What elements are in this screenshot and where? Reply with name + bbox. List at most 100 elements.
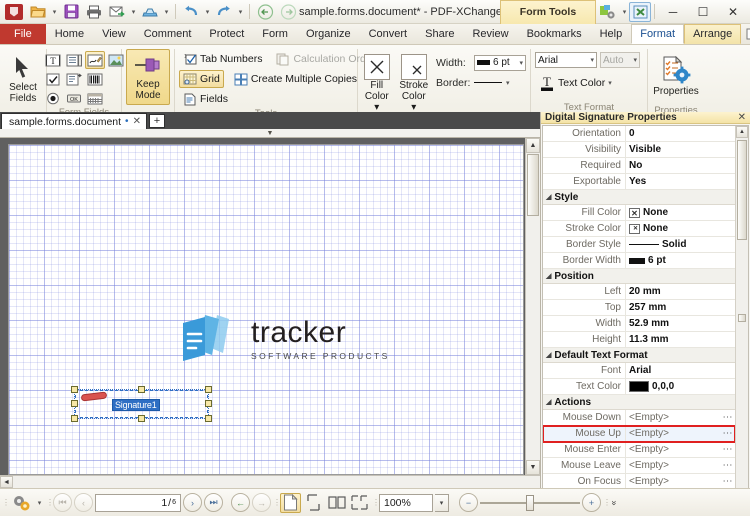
email-dropdown[interactable]: ▾: [129, 2, 138, 22]
resize-handle-nw[interactable]: [71, 386, 78, 393]
customize-dropdown[interactable]: ▾: [620, 2, 629, 22]
property-row-left[interactable]: Left 20 mm: [543, 283, 735, 300]
properties-scroll-grip[interactable]: [738, 314, 746, 322]
check-box-icon[interactable]: [43, 70, 63, 88]
scroll-left-arrow-icon[interactable]: ◄: [0, 476, 13, 488]
property-value-cell[interactable]: 0,0,0: [625, 378, 735, 395]
property-row-height[interactable]: Height 11.3 mm: [543, 331, 735, 348]
property-value-cell[interactable]: ✕ None: [625, 204, 735, 221]
signature-field-icon[interactable]: [84, 51, 105, 69]
toolbar-grip[interactable]: ⋮: [46, 495, 54, 511]
settings-gear-icon[interactable]: [9, 492, 33, 514]
signature-form-field[interactable]: Signature1: [71, 386, 212, 422]
select-fields-button[interactable]: Select Fields: [4, 49, 42, 105]
redo-dropdown[interactable]: ▾: [236, 2, 245, 22]
find-button[interactable]: Find...: [741, 24, 750, 44]
list-box-icon[interactable]: [64, 51, 84, 69]
property-value[interactable]: Yes: [625, 173, 735, 190]
tab-format[interactable]: Format: [631, 24, 685, 44]
tab-convert[interactable]: Convert: [360, 24, 417, 44]
resize-handle-s[interactable]: [138, 415, 145, 422]
print-button[interactable]: [83, 2, 105, 22]
customize-quick-access-icon[interactable]: [596, 2, 620, 22]
property-row-top[interactable]: Top 257 mm: [543, 299, 735, 316]
property-value[interactable]: Arial: [625, 362, 735, 379]
property-row-mouse-up[interactable]: Mouse Up <Empty> ⋯: [543, 425, 735, 443]
last-page-button[interactable]: ⏭: [204, 493, 223, 512]
property-value-cell[interactable]: <Empty> ⋯: [625, 457, 735, 474]
property-row-mouse-down[interactable]: Mouse Down <Empty> ⋯: [543, 409, 735, 426]
property-value[interactable]: 20 mm: [625, 283, 735, 300]
close-tab-icon[interactable]: ✕: [133, 116, 141, 127]
edit-action-button[interactable]: ⋯: [721, 458, 735, 474]
close-button[interactable]: ✕: [718, 0, 748, 24]
tab-review[interactable]: Review: [463, 24, 517, 44]
new-tab-button[interactable]: +: [148, 114, 165, 128]
tab-protect[interactable]: Protect: [200, 24, 253, 44]
fill-color-button[interactable]: Fill Color ▾: [362, 51, 392, 114]
forward-button[interactable]: [277, 2, 299, 22]
previous-page-button[interactable]: ‹: [74, 493, 93, 512]
zoom-dropdown-icon[interactable]: ▾: [435, 493, 449, 512]
zoom-slider-knob[interactable]: [526, 494, 534, 511]
toolbar-grip[interactable]: ⋮: [372, 495, 380, 511]
resize-handle-w[interactable]: [71, 400, 78, 407]
page-number-input[interactable]: 1 / 6: [95, 493, 181, 512]
minimize-button[interactable]: ─: [658, 0, 688, 24]
zoom-in-button[interactable]: +: [582, 493, 601, 512]
resize-handle-n[interactable]: [138, 386, 145, 393]
navigate-back-button[interactable]: ←: [231, 493, 250, 512]
border-style-dropdown[interactable]: ▾: [506, 79, 510, 87]
properties-button[interactable]: Properties: [652, 49, 700, 105]
date-field-icon[interactable]: [85, 89, 105, 107]
radio-button-icon[interactable]: [43, 89, 63, 107]
document-tab[interactable]: sample.forms.document • ✕: [1, 113, 147, 129]
border-width-combo[interactable]: 6 pt ▾: [474, 54, 526, 71]
resize-handle-ne[interactable]: [205, 386, 212, 393]
property-section-default-text-format[interactable]: ◢ Default Text Format: [543, 348, 735, 363]
property-row-exportable[interactable]: Exportable Yes: [543, 173, 735, 190]
toolbar-grip[interactable]: ⋮: [273, 495, 281, 511]
zoom-level-input[interactable]: 100%: [379, 493, 433, 512]
toolbar-grip[interactable]: ⋮: [603, 495, 611, 511]
scroll-up-arrow-icon[interactable]: ▲: [736, 126, 748, 138]
property-row-mouse-leave[interactable]: Mouse Leave <Empty> ⋯: [543, 457, 735, 474]
scan-button[interactable]: [139, 2, 161, 22]
toolbar-grip[interactable]: ⋮: [2, 495, 10, 511]
font-family-combo[interactable]: Arial ▾: [535, 52, 597, 68]
property-row-border-style[interactable]: Border Style Solid: [543, 236, 735, 253]
resize-handle-sw[interactable]: [71, 415, 78, 422]
edit-action-button[interactable]: ⋯: [721, 442, 735, 458]
keep-mode-button[interactable]: Keep Mode: [126, 49, 170, 105]
property-value-cell[interactable]: <Empty> ⋯: [625, 425, 735, 442]
property-value[interactable]: Visible: [625, 141, 735, 158]
context-tab-form-tools[interactable]: Form Tools: [500, 0, 596, 24]
scroll-down-arrow-icon[interactable]: ▼: [526, 460, 540, 475]
next-page-button[interactable]: ›: [183, 493, 202, 512]
maximize-button[interactable]: ☐: [688, 0, 718, 24]
edit-action-button[interactable]: ⋯: [721, 426, 735, 442]
open-file-dropdown[interactable]: ▾: [50, 2, 59, 22]
pdf-page[interactable]: tracker SOFTWARE PRODUCTS Signature1: [8, 144, 524, 475]
property-value-cell[interactable]: 6 pt: [625, 252, 735, 269]
two-page-continuous-view-icon[interactable]: [349, 493, 370, 513]
tab-bookmarks[interactable]: Bookmarks: [518, 24, 591, 44]
barcode-field-icon[interactable]: [85, 70, 105, 88]
vertical-scrollbar[interactable]: ▲ ▼: [525, 138, 540, 475]
property-value[interactable]: 52.9 mm: [625, 315, 735, 332]
properties-vertical-scrollbar[interactable]: ▲ ▼: [735, 126, 748, 506]
property-row-font[interactable]: Font Arial: [543, 362, 735, 379]
property-value-cell[interactable]: <Empty> ⋯: [625, 441, 735, 458]
dropdown-field-icon[interactable]: [64, 70, 84, 88]
tab-form[interactable]: Form: [253, 24, 297, 44]
undo-dropdown[interactable]: ▾: [203, 2, 212, 22]
tab-home[interactable]: Home: [46, 24, 93, 44]
zoom-slider[interactable]: [480, 494, 580, 511]
property-value[interactable]: 257 mm: [625, 299, 735, 316]
tab-view[interactable]: View: [93, 24, 135, 44]
tab-share[interactable]: Share: [416, 24, 463, 44]
property-row-visibility[interactable]: Visibility Visible: [543, 141, 735, 158]
fields-button[interactable]: Fields: [179, 90, 232, 108]
settings-dropdown[interactable]: ▾: [35, 493, 44, 513]
edit-action-button[interactable]: ⋯: [721, 410, 735, 426]
